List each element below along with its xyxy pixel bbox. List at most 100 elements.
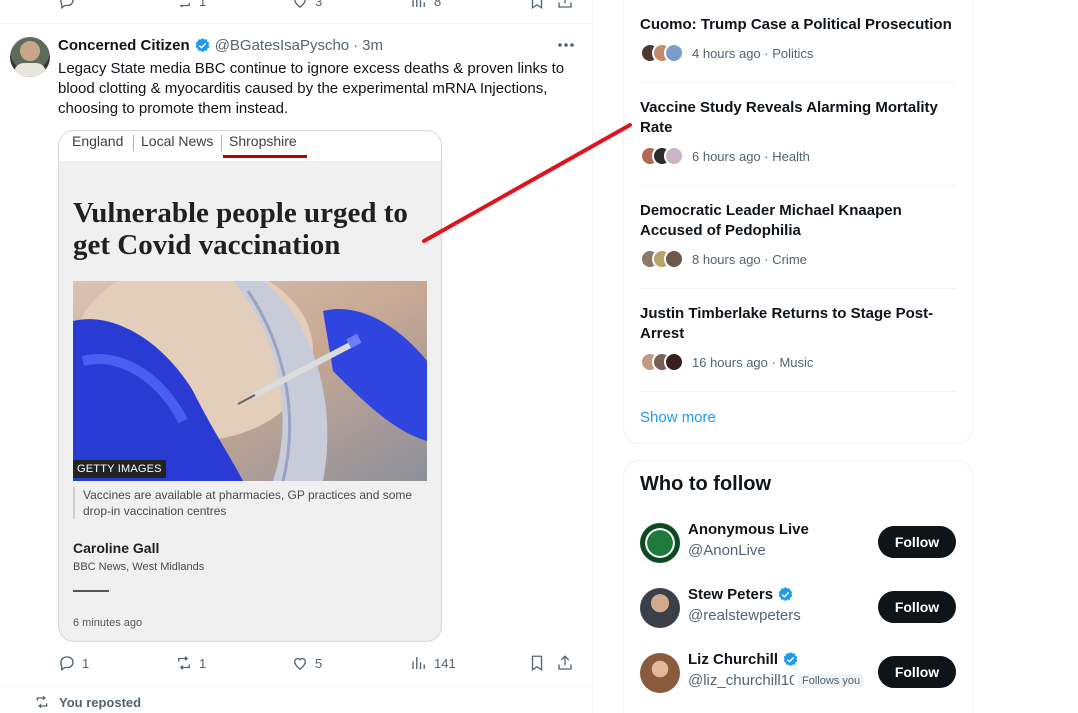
author-name[interactable]: Concerned Citizen [58,37,190,54]
who-to-follow-heading: Who to follow [640,473,772,495]
trend-meta: 4 hours ago · Politics [692,45,814,61]
like-button[interactable]: 3 [291,0,322,10]
follow-button[interactable]: Follow [878,656,956,688]
like-icon [294,0,306,8]
trend-divider [640,185,956,186]
account-handle: @liz_churchill10 [688,672,794,689]
account-name: Liz Churchill [688,651,778,668]
trend-title: Vaccine Study Reveals Alarming Mortality… [640,99,938,136]
who-to-follow-panel: Who to follow Anonymous Live @AnonLive F… [623,460,973,713]
follow-suggestion[interactable]: Liz Churchill @liz_churchill10 Follows y… [640,651,956,695]
breadcrumb-separator [133,135,134,151]
tweet-time[interactable]: 3m [362,37,383,54]
retweet-button[interactable]: 1 [175,0,206,10]
trend-avatars [640,43,684,63]
trend-item[interactable]: Democratic Leader Michael Knaapen Accuse… [640,201,956,269]
article-breadcrumb-bar: England Local News Shropshire [59,131,441,161]
retweet-icon [178,656,190,670]
follow-button[interactable]: Follow [878,591,956,623]
more-options-button[interactable] [556,37,576,53]
reply-icon [60,656,74,672]
breadcrumb-local-news: Local News [141,133,214,149]
trend-avatars [640,146,684,166]
more-icon [558,43,574,47]
photo-credit: GETTY IMAGES [73,460,166,478]
retweet-count: 1 [199,655,207,671]
share-icon [558,655,572,670]
trend-avatars [640,352,684,372]
trend-title: Justin Timberlake Returns to Stage Post-… [640,305,934,342]
share-button[interactable] [556,0,574,10]
article-rule [73,590,109,592]
follows-you-badge: Follows you [798,674,865,688]
trend-item[interactable]: Cuomo: Trump Case a Political Prosecutio… [640,15,956,63]
retweet-icon [179,3,190,8]
share-button[interactable] [556,654,574,672]
reply-button[interactable] [58,0,82,10]
vaccination-photo [73,281,427,481]
views-icon [412,657,425,669]
author-avatar[interactable] [10,37,50,77]
author-handle[interactable]: @BGatesIsaPyscho [215,37,349,54]
reply-button[interactable]: 1 [58,654,89,672]
follow-suggestion[interactable]: Stew Peters @realstewpeters Follow [640,586,956,630]
views-button[interactable]: 8 [410,0,441,10]
follow-button[interactable]: Follow [878,526,956,558]
show-more-link[interactable]: Show more [640,409,716,426]
bookmark-button[interactable] [528,0,546,10]
article-headline: Vulnerable people urged to get Covid vac… [73,197,408,261]
article-author: Caroline Gall [73,540,160,556]
previous-tweet-actions: 1 3 8 [58,0,578,12]
like-button[interactable]: 5 [291,654,322,672]
account-handle: @AnonLive [688,542,766,559]
trend-meta: 6 hours ago · Health [692,148,810,164]
share-icon [558,0,572,8]
account-avatar[interactable] [640,653,680,693]
breadcrumb-separator [221,135,222,151]
trend-divider [640,288,956,289]
article-author-role: BBC News, West Midlands [73,561,205,573]
trend-avatars [640,249,684,269]
account-name: Anonymous Live [688,521,809,538]
breadcrumb-england: England [72,133,124,149]
reply-count: 1 [82,655,90,671]
trend-divider [640,82,956,83]
follow-suggestion[interactable]: Anonymous Live @AnonLive Follow [640,521,956,565]
views-icon [412,0,425,7]
verified-icon [195,38,209,53]
account-handle: @realstewpeters [688,607,801,624]
trend-meta: 8 hours ago · Crime [692,251,807,267]
views-button[interactable]: 141 [410,654,456,672]
verified-icon [783,652,798,667]
trending-news-panel: Cuomo: Trump Case a Political Prosecutio… [623,0,973,444]
like-count: 3 [315,0,323,9]
breadcrumb-shropshire: Shropshire [229,133,297,149]
trend-item[interactable]: Justin Timberlake Returns to Stage Post-… [640,304,956,372]
article-published-time: 6 minutes ago [73,617,143,629]
retweet-count: 1 [199,0,207,9]
trend-item[interactable]: Vaccine Study Reveals Alarming Mortality… [640,98,956,166]
tweet-media-image[interactable]: England Local News Shropshire Vulnerable… [58,130,442,642]
view-count: 8 [434,0,442,9]
meta-separator: · [353,37,359,54]
retweet-button[interactable]: 1 [175,654,206,672]
trend-title: Democratic Leader Michael Knaapen Accuse… [640,202,902,239]
timeline: 1 3 8 Concerned Citizen @BGatesIsaPyscho… [0,0,593,713]
like-count: 5 [315,655,323,671]
tweet-text: Legacy State media BBC continue to ignor… [58,60,565,117]
tweet-divider [0,23,593,24]
trend-divider [640,391,956,392]
bookmark-icon [531,0,543,10]
like-icon [294,657,306,670]
bookmark-icon [531,655,543,672]
account-avatar[interactable] [640,588,680,628]
tweet-header: Concerned Citizen @BGatesIsaPyscho · 3m [58,37,383,54]
retweet-icon [36,695,48,709]
photo-caption: Vaccines are available at pharmacies, GP… [73,487,413,519]
account-avatar[interactable] [640,523,680,563]
account-name: Stew Peters [688,586,774,603]
bookmark-button[interactable] [528,654,546,672]
tweet-divider [0,686,593,687]
active-breadcrumb-underline [223,155,307,158]
reply-icon [60,0,74,10]
